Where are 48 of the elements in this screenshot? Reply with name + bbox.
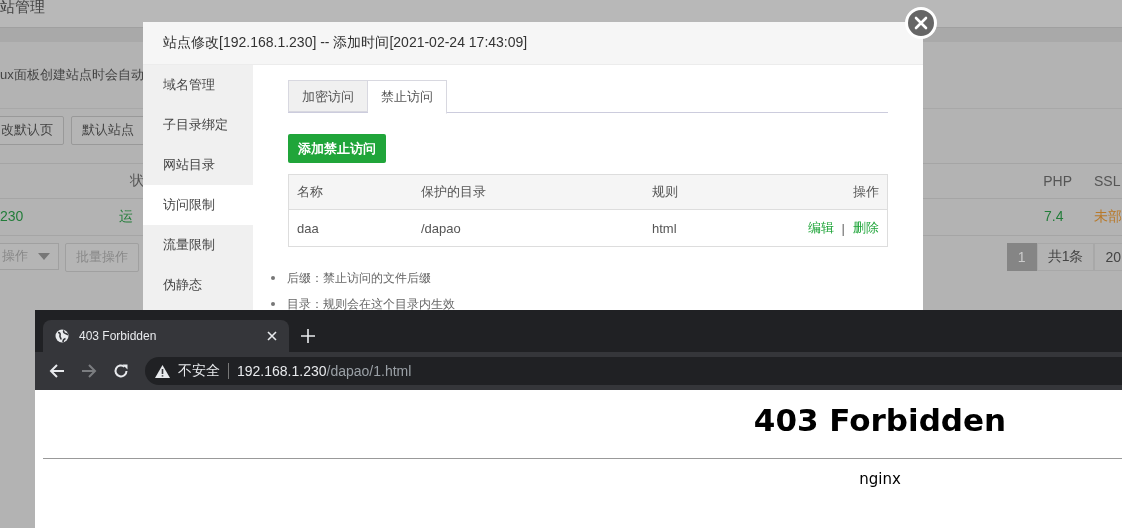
sidebar-item[interactable]: 子目录绑定 xyxy=(143,105,253,145)
tab[interactable]: 加密访问 xyxy=(288,80,368,112)
sidebar-item[interactable]: 访问限制 xyxy=(143,185,253,225)
column-header: 状 xyxy=(130,172,144,190)
column-header: PHP xyxy=(1043,173,1072,189)
warning-icon xyxy=(155,364,170,378)
column-header: 保护的目录 xyxy=(421,183,487,201)
forward-icon[interactable] xyxy=(81,363,97,379)
tab[interactable]: 禁止访问 xyxy=(368,80,447,114)
table-cell-text: daa xyxy=(297,220,320,236)
notice-text: ux面板创建站点时会自动 xyxy=(0,66,144,84)
plus-icon[interactable] xyxy=(301,329,315,343)
server-name: nginx xyxy=(858,470,902,488)
note-text: 后缀：禁止访问的文件后缀 xyxy=(287,269,431,287)
page-title: 站管理 xyxy=(0,2,45,12)
url-text: 192.168.1.230/dapao/1.html xyxy=(237,363,412,379)
table-cell: 230 xyxy=(0,208,24,226)
bullet-icon xyxy=(271,276,275,280)
table-cell: 未部 xyxy=(1094,208,1122,226)
column-header: 规则 xyxy=(652,183,679,201)
reload-icon[interactable] xyxy=(113,363,129,379)
browser-tab[interactable]: 403 Forbidden xyxy=(43,320,289,352)
close-icon[interactable] xyxy=(267,331,277,341)
globe-icon xyxy=(55,329,69,343)
sidebar-item[interactable]: 流量限制 xyxy=(143,225,253,265)
column-header: 操作 xyxy=(853,183,879,201)
sidebar-item[interactable]: 域名管理 xyxy=(143,65,253,105)
back-icon[interactable] xyxy=(49,363,65,379)
toolbar-button[interactable]: 默认站点 xyxy=(71,115,145,145)
table-cell-text: /dapao xyxy=(421,220,462,236)
page-heading: 403 Forbidden xyxy=(752,402,1008,438)
toolbar-button[interactable]: 改默认页 xyxy=(0,115,64,145)
table-cell-text: html xyxy=(652,220,678,236)
address-bar[interactable]: 不安全 192.168.1.230/dapao/1.html xyxy=(145,357,1122,385)
security-label: 不安全 xyxy=(178,362,220,380)
bullet-icon xyxy=(271,302,275,306)
pagination-item[interactable]: 20 xyxy=(1094,243,1122,271)
dialog-title: 站点修改[192.168.1.230] -- 添加时间[2021-02-24 17:43:09] xyxy=(163,34,528,52)
table-cell-text: 7.4 xyxy=(1044,208,1065,226)
note-text: 目录：规则会在这个目录内生效 xyxy=(287,295,455,313)
pagination-item[interactable]: 共1条 xyxy=(1036,243,1095,271)
column-header: SSL xyxy=(1094,173,1122,189)
sidebar-item[interactable]: 网站目录 xyxy=(143,145,253,185)
column-header: 名称 xyxy=(297,183,324,201)
separator: | xyxy=(841,220,845,236)
table-cell: 运 xyxy=(119,208,134,226)
caret-icon xyxy=(38,252,50,260)
sidebar-item[interactable]: 伪静态 xyxy=(143,265,253,305)
